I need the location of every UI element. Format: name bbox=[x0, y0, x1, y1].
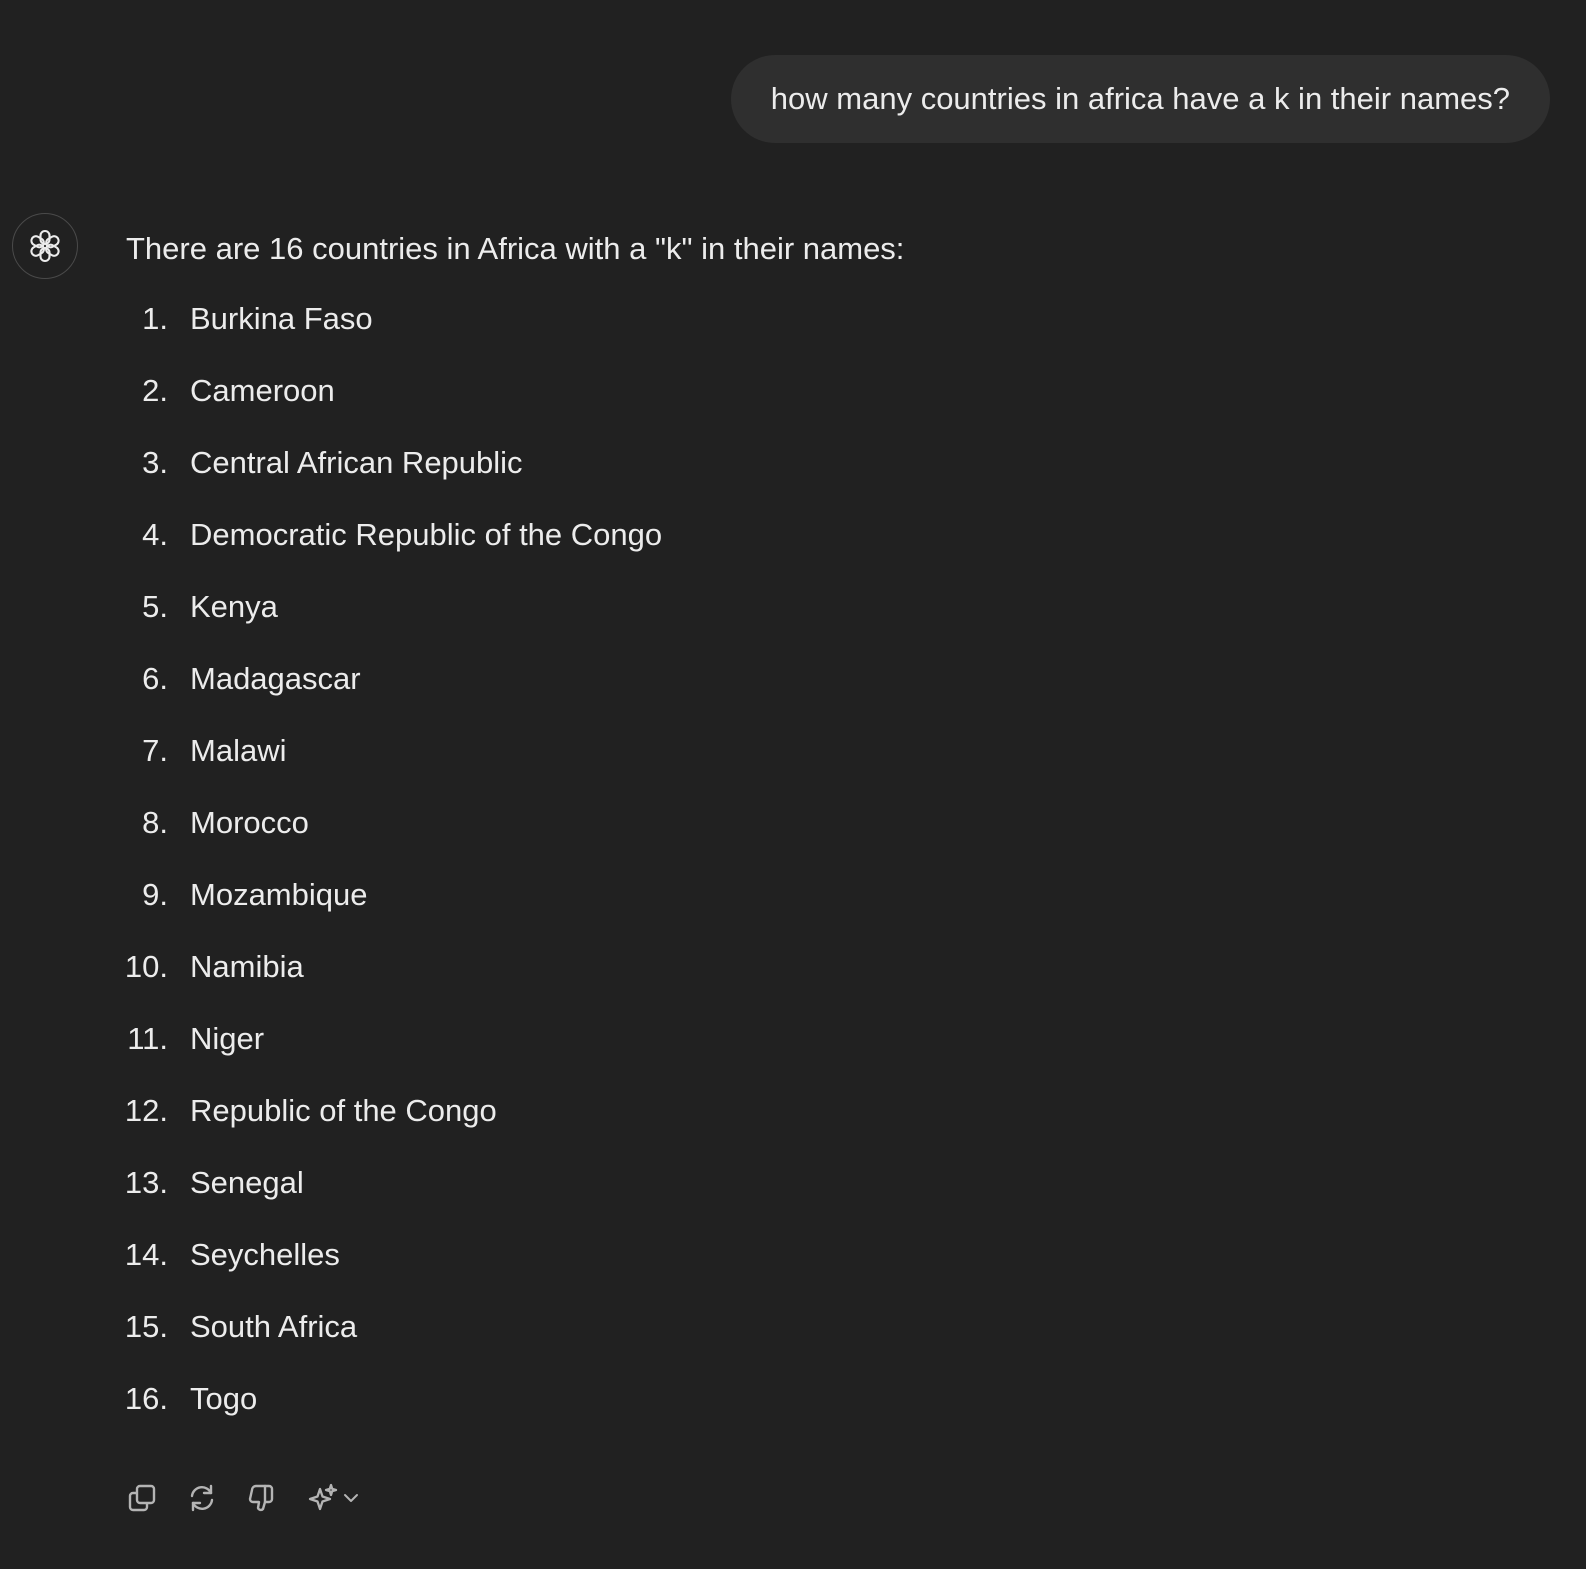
list-item: 12. Republic of the Congo bbox=[125, 1088, 1546, 1160]
list-item-number: 13. bbox=[124, 1165, 168, 1200]
list-item-country: Central African Republic bbox=[190, 445, 523, 480]
list-item-country: Namibia bbox=[190, 949, 304, 984]
list-item-number: 3. bbox=[142, 445, 168, 480]
sparkle-icon bbox=[308, 1483, 338, 1511]
copy-button[interactable] bbox=[122, 1478, 162, 1518]
list-item-number: 9. bbox=[142, 877, 168, 912]
list-item: 2. Cameroon bbox=[126, 368, 1546, 440]
list-item-number: 2. bbox=[142, 373, 168, 408]
list-item: 9. Mozambique bbox=[126, 872, 1546, 944]
list-item-number: 15. bbox=[124, 1309, 168, 1344]
assistant-avatar bbox=[12, 213, 78, 279]
list-item-country: Togo bbox=[190, 1381, 258, 1416]
copy-icon bbox=[128, 1484, 156, 1512]
list-item-country: Madagascar bbox=[190, 661, 361, 696]
user-message-bubble: how many countries in africa have a k in… bbox=[730, 55, 1550, 143]
list-item: 13. Senegal bbox=[125, 1160, 1546, 1232]
list-item: 14. Seychelles bbox=[125, 1232, 1546, 1304]
list-item-country: Burkina Faso bbox=[190, 301, 373, 336]
list-item-country: Cameroon bbox=[190, 373, 335, 408]
assistant-response: There are 16 countries in Africa with a … bbox=[125, 226, 1546, 1448]
list-item: 7. Malawi bbox=[126, 728, 1546, 800]
list-item-number: 12. bbox=[124, 1093, 168, 1128]
list-item: 4. Democratic Republic of the Congo bbox=[126, 512, 1546, 584]
list-item-number: 8. bbox=[142, 805, 168, 840]
thumbs-down-button[interactable] bbox=[242, 1478, 282, 1518]
list-item-country: Malawi bbox=[190, 733, 287, 768]
regenerate-icon bbox=[190, 1484, 214, 1512]
list-item-number: 5. bbox=[142, 589, 168, 624]
list-item: 10. Namibia bbox=[125, 944, 1546, 1016]
list-item-number: 1. bbox=[142, 301, 168, 336]
list-item-number: 4. bbox=[142, 517, 168, 552]
list-item-number: 16. bbox=[124, 1381, 168, 1416]
list-item: 6. Madagascar bbox=[126, 656, 1546, 728]
list-item-country: Senegal bbox=[190, 1165, 304, 1200]
list-item-country: Democratic Republic of the Congo bbox=[190, 517, 663, 552]
openai-logo-icon bbox=[30, 229, 60, 263]
list-item: 5. Kenya bbox=[126, 584, 1546, 656]
list-item-country: South Africa bbox=[190, 1309, 358, 1344]
list-item: 11. Niger bbox=[126, 1016, 1546, 1088]
message-action-bar bbox=[122, 1478, 366, 1518]
list-item: 16. Togo bbox=[125, 1376, 1546, 1448]
list-item: 15. South Africa bbox=[125, 1304, 1546, 1376]
country-list: 1. Burkina Faso 2. Cameroon 3. Central Africa… bbox=[125, 296, 1546, 1448]
list-item-country: Seychelles bbox=[190, 1237, 340, 1272]
list-item-number: 10. bbox=[124, 949, 168, 984]
list-item: 1. Burkina Faso bbox=[126, 296, 1546, 368]
response-intro: There are 16 countries in Africa with a … bbox=[126, 231, 905, 266]
user-message-row: how many countries in africa have a k in… bbox=[730, 55, 1550, 143]
model-switch-button[interactable] bbox=[302, 1478, 366, 1518]
chevron-down-icon bbox=[344, 1494, 358, 1502]
regenerate-button[interactable] bbox=[182, 1478, 222, 1518]
list-item-country: Morocco bbox=[190, 805, 309, 840]
list-item-number: 11. bbox=[127, 1021, 168, 1056]
list-item-country: Kenya bbox=[190, 589, 278, 624]
list-item-number: 7. bbox=[142, 733, 168, 768]
list-item-number: 6. bbox=[142, 661, 168, 696]
list-item-country: Mozambique bbox=[190, 877, 368, 912]
list-item-number: 14. bbox=[124, 1237, 168, 1272]
thumbs-down-icon bbox=[248, 1484, 274, 1512]
list-item-country: Republic of the Congo bbox=[190, 1093, 497, 1128]
list-item: 8. Morocco bbox=[126, 800, 1546, 872]
list-item-country: Niger bbox=[190, 1021, 265, 1056]
list-item: 3. Central African Republic bbox=[126, 440, 1546, 512]
